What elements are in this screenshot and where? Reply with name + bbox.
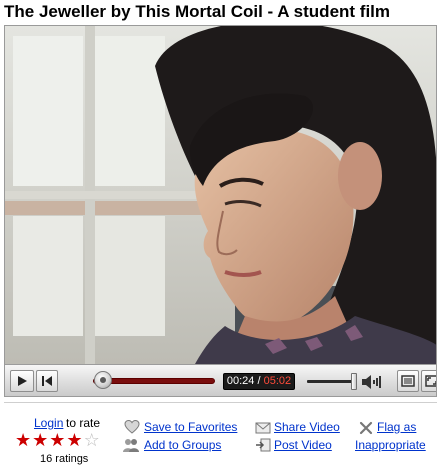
star-rating[interactable]: ★ ★ ★ ★ ☆: [15, 432, 100, 450]
time-display: 00:24 / 05:02: [223, 373, 295, 390]
add-to-groups-link[interactable]: Add to Groups: [144, 438, 221, 452]
play-icon: [18, 376, 27, 386]
time-separator: /: [254, 375, 264, 387]
heart-icon: [124, 419, 140, 434]
video-title: The Jeweller by This Mortal Coil - A stu…: [4, 2, 391, 21]
video-actions-bar: Login to rate ★ ★ ★ ★ ☆ 16 ratings Save to F…: [4, 402, 437, 466]
rating-star[interactable]: ★: [32, 432, 48, 450]
inappropriate-link[interactable]: Inappropriate: [355, 438, 426, 452]
rating-star[interactable]: ★: [49, 432, 65, 450]
fullscreen-icon: [425, 375, 436, 387]
envelope-icon: [255, 422, 271, 434]
flag-icon: [359, 421, 373, 435]
rating-star[interactable]: ☆: [84, 432, 100, 450]
video-frame[interactable]: [5, 26, 436, 364]
fullscreen-button[interactable]: [421, 370, 436, 392]
save-to-favorites-link[interactable]: Save to Favorites: [144, 420, 237, 434]
volume-handle[interactable]: [351, 373, 357, 390]
groups-icon: [123, 439, 139, 452]
window-icon: [401, 375, 415, 387]
duration: 05:02: [263, 375, 292, 387]
flag-as-link[interactable]: Flag as: [377, 420, 416, 434]
ratings-count: 16 ratings: [40, 453, 89, 465]
video-player[interactable]: 00:24 / 05:02: [4, 25, 437, 397]
watch-in-window-button[interactable]: [397, 370, 419, 392]
rating-star[interactable]: ★: [15, 432, 31, 450]
player-controls: 00:24 / 05:02: [5, 364, 436, 396]
post-icon: [256, 438, 271, 452]
current-time: 00:24: [226, 375, 255, 387]
rate-label: to rate: [66, 416, 101, 430]
rating-star[interactable]: ★: [66, 432, 82, 450]
post-video-link[interactable]: Post Video: [274, 438, 332, 452]
share-video-link[interactable]: Share Video: [274, 420, 340, 434]
volume-icon[interactable]: [361, 374, 381, 390]
login-link[interactable]: Login: [34, 416, 63, 430]
rewind-button[interactable]: [36, 370, 58, 392]
video-still-image: [5, 26, 436, 364]
play-button[interactable]: [10, 370, 34, 392]
skip-back-icon: [42, 376, 52, 386]
volume-slider[interactable]: [307, 380, 355, 383]
seek-handle[interactable]: [94, 371, 112, 389]
